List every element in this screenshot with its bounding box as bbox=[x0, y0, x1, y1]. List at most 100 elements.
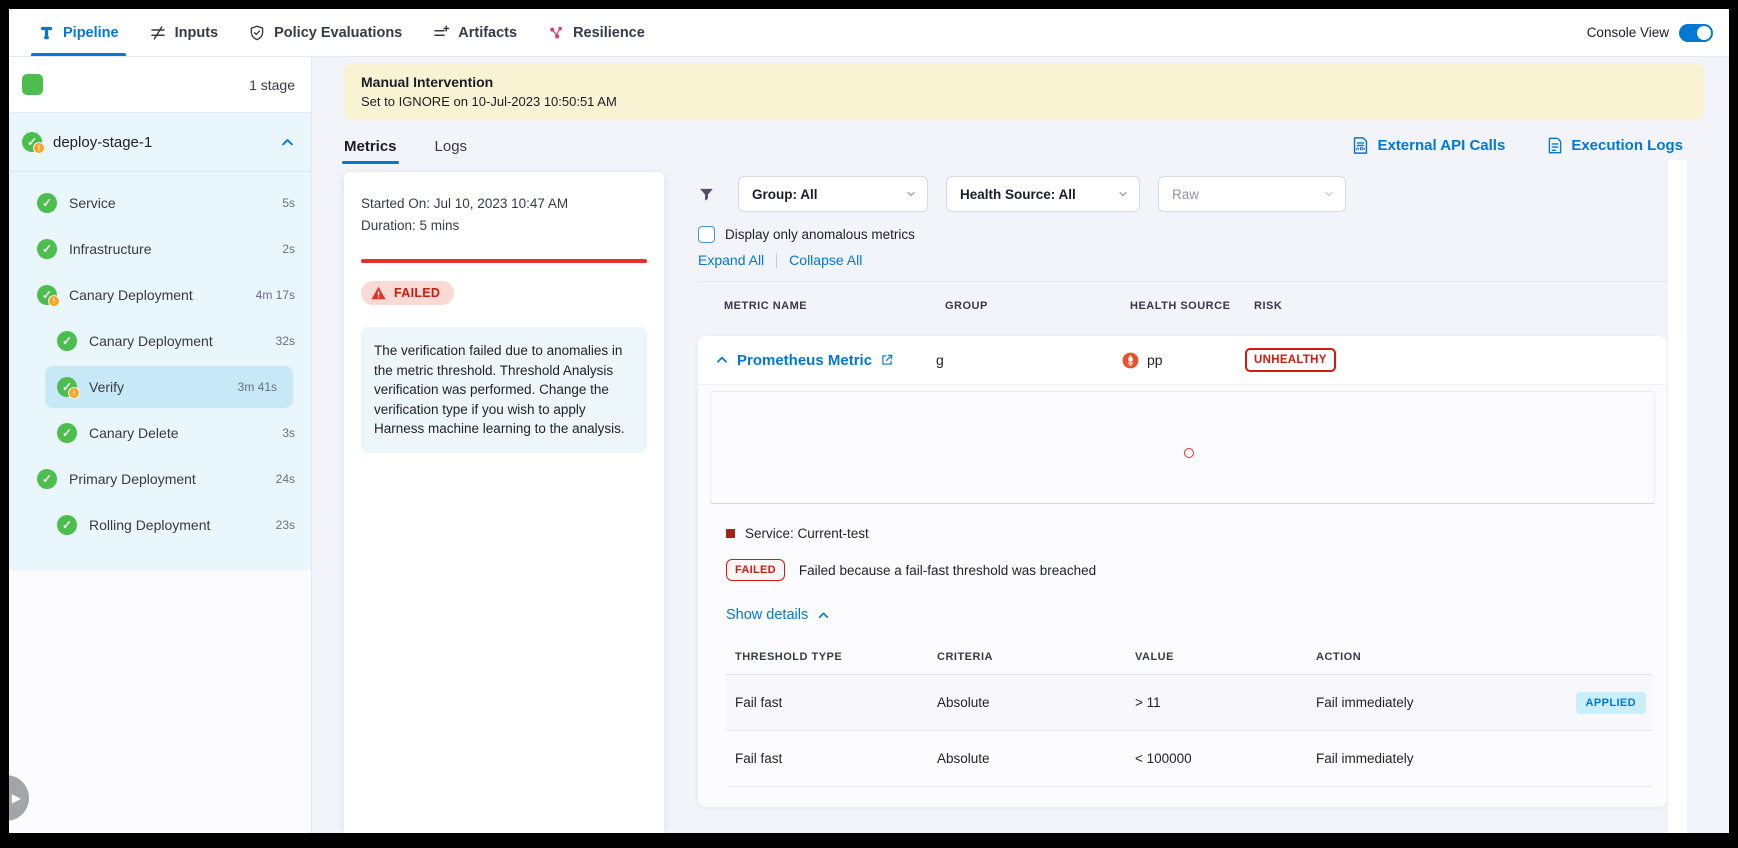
console-view-toggle[interactable] bbox=[1679, 24, 1713, 42]
prometheus-icon bbox=[1121, 351, 1140, 370]
inputs-icon bbox=[149, 24, 167, 42]
thresholds-table-header: THRESHOLD TYPE CRITERIA VALUE ACTION bbox=[726, 643, 1652, 675]
verification-summary-card: Started On: Jul 10, 2023 10:47 AM Durati… bbox=[344, 172, 664, 833]
anomalous-data-point[interactable] bbox=[1184, 448, 1194, 458]
chevron-down-icon bbox=[905, 188, 917, 200]
expand-panel-button[interactable]: ▶ bbox=[9, 775, 29, 821]
verification-progress-bar bbox=[361, 259, 647, 263]
metric-row-card: Prometheus Metric g pp bbox=[698, 336, 1667, 807]
step-duration: 4m 17s bbox=[256, 288, 295, 302]
failed-badge: FAILED bbox=[726, 559, 785, 581]
applied-badge: APPLIED bbox=[1576, 692, 1646, 714]
verification-status-badge: FAILED bbox=[361, 281, 454, 305]
metrics-panel: Group: All Health Source: All Raw bbox=[698, 172, 1667, 833]
chevron-up-icon bbox=[817, 609, 830, 622]
tab-pipeline[interactable]: Pipeline bbox=[38, 9, 119, 56]
chevron-up-icon[interactable] bbox=[280, 135, 295, 150]
execution-sidebar: 1 stage ✓! deploy-stage-1 ✓ Service 5s bbox=[9, 57, 312, 833]
status-success-warning-icon: ✓! bbox=[57, 377, 77, 397]
warning-triangle-icon bbox=[371, 286, 386, 300]
step-duration: 23s bbox=[276, 518, 295, 532]
api-document-icon bbox=[1352, 136, 1369, 155]
toggle-knob bbox=[1697, 26, 1711, 40]
tab-metrics[interactable]: Metrics bbox=[344, 138, 397, 164]
anomalous-metrics-filter: Display only anomalous metrics bbox=[698, 226, 1667, 243]
pipeline-icon bbox=[38, 24, 55, 41]
column-threshold-type: THRESHOLD TYPE bbox=[735, 651, 937, 663]
sidebar-step-service[interactable]: ✓ Service 5s bbox=[9, 180, 311, 226]
legend-label: Service: Current-test bbox=[745, 526, 869, 541]
nav-tabs: Pipeline Inputs Policy Evaluations Artif… bbox=[38, 9, 645, 56]
status-success-icon: ✓ bbox=[57, 423, 77, 443]
step-label: Verify bbox=[89, 379, 226, 395]
column-risk: RISK bbox=[1254, 300, 1667, 312]
health-source-filter-value: Health Source: All bbox=[960, 187, 1076, 202]
external-link-icon[interactable] bbox=[880, 353, 894, 367]
expand-all-link[interactable]: Expand All bbox=[698, 252, 764, 268]
resilience-icon bbox=[547, 24, 565, 42]
sidebar-step-canary-delete[interactable]: ✓ Canary Delete 3s bbox=[9, 410, 311, 456]
sidebar-step-canary-deployment-child[interactable]: ✓ Canary Deployment 32s bbox=[9, 318, 311, 364]
verification-status-label: FAILED bbox=[394, 286, 440, 300]
scrollbar-track[interactable] bbox=[1668, 160, 1687, 833]
health-source-filter-dropdown[interactable]: Health Source: All bbox=[946, 176, 1140, 212]
anomalous-metrics-checkbox[interactable] bbox=[698, 226, 715, 243]
sidebar-step-canary-deployment[interactable]: ✓! Canary Deployment 4m 17s bbox=[9, 272, 311, 318]
tab-resilience[interactable]: Resilience bbox=[547, 9, 645, 56]
sidebar-stage-deploy-stage-1[interactable]: ✓! deploy-stage-1 bbox=[9, 113, 311, 171]
tab-logs[interactable]: Logs bbox=[435, 138, 468, 164]
value-cell: > 11 bbox=[1135, 695, 1316, 710]
failure-message: Failed because a fail-fast threshold was… bbox=[799, 563, 1096, 578]
execution-logs-label: Execution Logs bbox=[1571, 137, 1683, 154]
filter-funnel-icon[interactable] bbox=[698, 186, 715, 203]
column-criteria: CRITERIA bbox=[937, 651, 1135, 663]
filter-row: Group: All Health Source: All Raw bbox=[698, 176, 1667, 212]
step-duration: 24s bbox=[276, 472, 295, 486]
metric-name-link[interactable]: Prometheus Metric bbox=[737, 352, 872, 369]
chevron-down-icon bbox=[1117, 188, 1129, 200]
sidebar-step-rolling-deployment[interactable]: ✓ Rolling Deployment 23s bbox=[9, 502, 311, 548]
metric-chart bbox=[710, 391, 1655, 504]
status-success-warning-icon: ✓! bbox=[37, 285, 57, 305]
sidebar-step-infrastructure[interactable]: ✓ Infrastructure 2s bbox=[9, 226, 311, 272]
console-view-label: Console View bbox=[1587, 25, 1669, 40]
status-success-warning-icon: ✓! bbox=[22, 132, 42, 152]
threshold-row: Fail fast Absolute > 11 Fail immediately… bbox=[726, 675, 1652, 731]
step-duration: 2s bbox=[282, 242, 295, 256]
step-label: Service bbox=[69, 195, 270, 211]
content-area: Started On: Jul 10, 2023 10:47 AM Durati… bbox=[344, 172, 1729, 833]
tab-inputs[interactable]: Inputs bbox=[149, 9, 219, 56]
banner-message: Set to IGNORE on 10-Jul-2023 10:50:51 AM bbox=[361, 94, 1687, 109]
external-api-calls-link[interactable]: External API Calls bbox=[1352, 136, 1505, 155]
stage-count: 1 stage bbox=[249, 77, 295, 93]
manual-intervention-banner: Manual Intervention Set to IGNORE on 10-… bbox=[344, 63, 1704, 120]
step-label: Canary Delete bbox=[89, 425, 270, 441]
show-details-link[interactable]: Show details bbox=[726, 607, 1655, 623]
tab-policy-evaluations[interactable]: Policy Evaluations bbox=[248, 9, 402, 56]
group-filter-dropdown[interactable]: Group: All bbox=[738, 176, 928, 212]
metric-row: Prometheus Metric g pp bbox=[698, 336, 1667, 384]
sidebar-step-primary-deployment[interactable]: ✓ Primary Deployment 24s bbox=[9, 456, 311, 502]
sidebar-header: 1 stage bbox=[9, 57, 311, 113]
status-success-icon: ✓ bbox=[57, 331, 77, 351]
step-label: Canary Deployment bbox=[89, 333, 264, 349]
column-action: ACTION bbox=[1316, 651, 1552, 663]
threshold-type-cell: Fail fast bbox=[735, 695, 937, 710]
chart-legend: Service: Current-test bbox=[726, 526, 1655, 541]
raw-filter-dropdown[interactable]: Raw bbox=[1158, 176, 1346, 212]
tab-artifacts[interactable]: Artifacts bbox=[432, 9, 517, 56]
tab-pipeline-label: Pipeline bbox=[63, 25, 119, 41]
collapse-all-link[interactable]: Collapse All bbox=[789, 252, 862, 268]
metric-group-value: g bbox=[936, 352, 1121, 368]
stage-status-square-icon bbox=[22, 74, 43, 95]
step-label: Canary Deployment bbox=[69, 287, 244, 303]
column-group: GROUP bbox=[945, 300, 1130, 312]
sidebar-step-verify[interactable]: ✓! Verify 3m 41s bbox=[45, 366, 293, 408]
document-icon bbox=[1547, 136, 1563, 155]
column-value: VALUE bbox=[1135, 651, 1316, 663]
started-on: Started On: Jul 10, 2023 10:47 AM bbox=[361, 196, 647, 211]
execution-logs-link[interactable]: Execution Logs bbox=[1547, 136, 1683, 155]
group-filter-value: Group: All bbox=[752, 187, 818, 202]
collapse-metric-chevron-up-icon[interactable] bbox=[715, 353, 729, 367]
status-success-icon: ✓ bbox=[37, 239, 57, 259]
